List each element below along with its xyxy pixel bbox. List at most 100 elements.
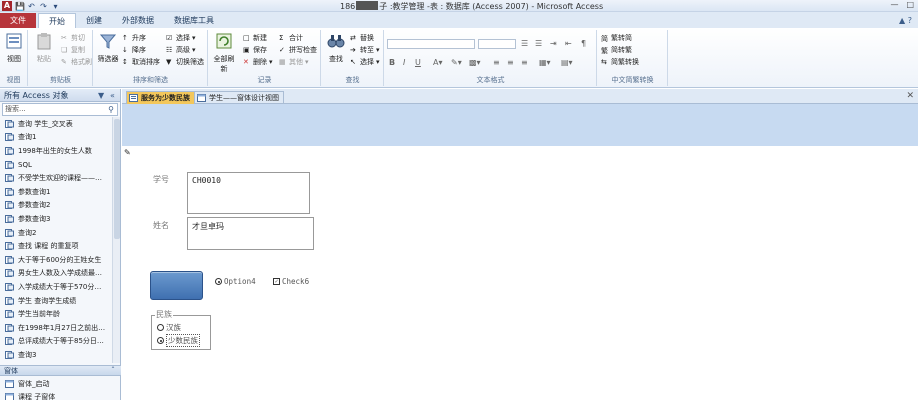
tab-home[interactable]: 开始 <box>38 13 76 28</box>
minimize-icon[interactable]: — <box>890 0 898 9</box>
close-icon[interactable]: ✕ <box>906 91 914 101</box>
advanced-filter-button[interactable]: ☷ 高级 ▾ <box>166 45 196 55</box>
alternate-row-icon[interactable]: ▤▾ <box>561 58 573 67</box>
font-color-icon[interactable]: A▾ <box>433 58 443 67</box>
select-button[interactable]: ↖ 选择 ▾ <box>350 57 380 67</box>
search-icon[interactable]: ⚲ <box>106 104 116 115</box>
maximize-icon[interactable]: □ <box>906 0 914 9</box>
undo-icon[interactable]: ↶ <box>27 2 36 11</box>
sort-ascending-button[interactable]: ↑ 升序 <box>122 33 146 43</box>
nav-query-item[interactable]: 大于等于600分的王姓女生 <box>0 253 113 267</box>
more-button[interactable]: ▦ 其他 ▾ <box>279 57 309 67</box>
qat-customize-icon[interactable]: ▾ <box>51 2 60 11</box>
selection-label: 选择 <box>176 34 190 42</box>
access-app-icon[interactable]: A <box>2 1 12 11</box>
filter-button[interactable]: 筛选器 <box>95 32 121 64</box>
nav-scrollbar[interactable] <box>112 117 120 363</box>
gridlines-icon[interactable]: ▦▾ <box>539 58 551 67</box>
tab-file[interactable]: 文件 <box>0 13 36 28</box>
redo-icon[interactable]: ↷ <box>39 2 48 11</box>
nav-query-item[interactable]: 查询1 <box>0 131 113 145</box>
nav-query-item[interactable]: 查询 学生_交叉表 <box>0 117 113 131</box>
outdent-icon[interactable]: ⇤ <box>565 39 572 48</box>
nav-query-item[interactable]: 查询3 <box>0 348 113 362</box>
find-button[interactable]: 查找 <box>323 32 349 64</box>
bold-icon[interactable]: B <box>389 58 395 67</box>
align-right-icon[interactable]: ≡ <box>521 58 528 67</box>
to-traditional-button[interactable]: 繁简转繁 <box>601 45 632 55</box>
highlight-icon[interactable]: ✎▾ <box>451 58 462 67</box>
italic-icon[interactable]: I <box>403 58 405 67</box>
refresh-all-button[interactable]: 全部刷新 <box>211 32 237 74</box>
nav-collapse-icon[interactable]: « <box>110 89 115 102</box>
nav-query-item[interactable]: 学生 查询学生成绩 <box>0 294 113 308</box>
selection-filter-button[interactable]: ☑ 选择 ▾ <box>166 33 196 43</box>
option4-radio[interactable]: Option4 <box>215 277 256 286</box>
nation-option-minority[interactable]: 少数民族 <box>157 334 200 347</box>
totals-button[interactable]: Σ 合计 <box>279 33 303 43</box>
copy-button[interactable]: ❏ 复制 <box>61 45 85 55</box>
underline-icon[interactable]: U <box>415 58 421 67</box>
nav-scroll-thumb[interactable] <box>114 119 120 239</box>
nav-header[interactable]: 所有 Access 对象 ▼ « <box>0 89 120 102</box>
remove-sort-button[interactable]: ↕ 取消排序 <box>122 57 160 67</box>
align-center-icon[interactable]: ≡ <box>507 58 514 67</box>
new-record-button[interactable]: □ 新建 <box>243 33 267 43</box>
doc-tab-form-design[interactable]: 学生——窗体设计视图 <box>194 91 284 104</box>
nav-form-item[interactable]: 课程 子窗体 <box>0 391 121 400</box>
replace-button[interactable]: ⇄ 替换 <box>350 33 374 43</box>
nav-query-item[interactable]: 查找 课程 的重复项 <box>0 239 113 253</box>
view-button[interactable]: 视图 <box>1 32 27 64</box>
nav-query-item[interactable]: 1998年出生的女生人数 <box>0 144 113 158</box>
format-painter-button[interactable]: ✎ 格式刷 <box>61 57 92 67</box>
font-name-combo[interactable] <box>387 39 475 49</box>
check6-checkbox[interactable]: ✓ Check6 <box>273 277 309 286</box>
nav-query-item[interactable]: 学生当前年龄 <box>0 307 113 321</box>
command-button[interactable] <box>150 271 203 300</box>
tab-create[interactable]: 创建 <box>76 13 112 28</box>
nav-query-item[interactable]: 参数查询3 <box>0 212 113 226</box>
nav-query-item[interactable]: 参数查询2 <box>0 199 113 213</box>
help-icon[interactable]: ▲ ? <box>899 13 912 28</box>
nav-query-item[interactable]: 在1998年1月27日之前出… <box>0 321 113 335</box>
list-icon-2[interactable]: ☰ <box>535 39 542 48</box>
tab-external-data[interactable]: 外部数据 <box>112 13 164 28</box>
convert-button[interactable]: ⇆ 简繁转换 <box>601 57 639 67</box>
collapse-group-icon[interactable]: ˆ <box>111 366 115 376</box>
spelling-button[interactable]: ✓ 拼写检查 <box>279 45 317 55</box>
nav-query-item[interactable]: 入学成绩大于等于570分… <box>0 280 113 294</box>
list-icon[interactable]: ☰ <box>521 39 528 48</box>
query-icon <box>5 296 14 305</box>
nav-search-input[interactable]: 搜索... ⚲ <box>2 103 118 116</box>
nation-option-han[interactable]: 汉族 <box>157 322 181 333</box>
nav-query-item[interactable]: 总评成绩大于等于85分日… <box>0 335 113 349</box>
nav-query-item[interactable]: 不受学生欢迎的课程——… <box>0 171 113 185</box>
record-selector-icon[interactable]: ✎ <box>124 148 131 157</box>
paragraph-icon[interactable]: ¶ <box>581 39 586 48</box>
cut-button[interactable]: ✂ 剪切 <box>61 33 85 43</box>
toggle-filter-button[interactable]: ▼ 切换筛选 <box>166 57 204 67</box>
indent-icon[interactable]: ⇥ <box>550 39 557 48</box>
nav-dropdown-icon[interactable]: ▼ <box>98 89 104 102</box>
nav-group-forms[interactable]: 窗体 ˆ <box>0 365 121 376</box>
to-simplified-button[interactable]: 简繁转简 <box>601 33 632 43</box>
nav-query-item[interactable]: SQL <box>0 158 113 172</box>
delete-record-button[interactable]: ✕ 删除 ▾ <box>243 57 273 67</box>
doc-tab-query[interactable]: 服务为少数民族 <box>126 91 195 104</box>
save-icon[interactable]: 💾 <box>15 2 25 11</box>
fill-color-icon[interactable]: ▩▾ <box>469 58 481 67</box>
name-field[interactable]: 才旦卓玛 <box>187 217 314 250</box>
paste-button[interactable]: 粘贴 <box>31 32 57 64</box>
font-size-combo[interactable] <box>478 39 516 49</box>
nav-query-item[interactable]: 参数查询1 <box>0 185 113 199</box>
align-left-icon[interactable]: ≡ <box>493 58 500 67</box>
save-record-button[interactable]: ▣ 保存 <box>243 45 267 55</box>
nav-query-item[interactable]: 查询2 <box>0 226 113 240</box>
nav-query-item[interactable]: 男女生人数及入学成绩最… <box>0 267 113 281</box>
goto-button[interactable]: ➔ 转至 ▾ <box>350 45 380 55</box>
new-record-label: 新建 <box>253 34 267 42</box>
nav-form-item[interactable]: 窗体_启动 <box>0 377 121 391</box>
tab-database-tools[interactable]: 数据库工具 <box>164 13 224 28</box>
student-id-field[interactable]: CH0010 <box>187 172 310 214</box>
sort-descending-button[interactable]: ↓ 降序 <box>122 45 146 55</box>
